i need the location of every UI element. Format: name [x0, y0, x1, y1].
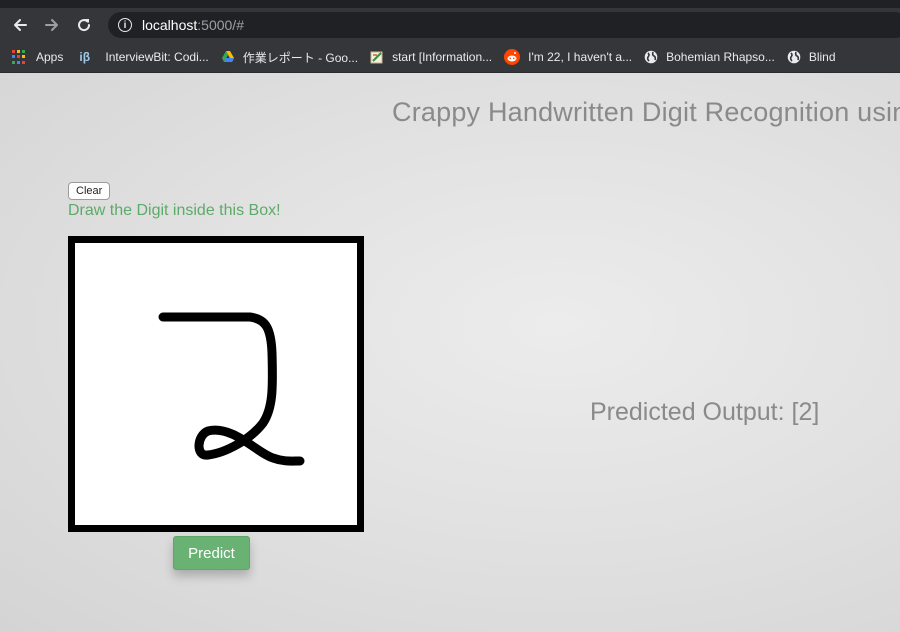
- url-text: localhost:5000/#: [142, 17, 244, 33]
- clear-button[interactable]: Clear: [68, 182, 111, 200]
- bookmark-label: Blind: [808, 50, 836, 64]
- bookmark-apps[interactable]: Apps: [12, 42, 63, 72]
- bookmark-bohemian-rhapsody[interactable]: Bohemian Rhapso...: [644, 42, 775, 72]
- bookmark-blind[interactable]: Blind: [787, 42, 836, 72]
- predict-button[interactable]: Predict: [173, 536, 250, 570]
- bookmark-label: Bohemian Rhapso...: [666, 50, 775, 64]
- reload-icon: [78, 19, 91, 32]
- bookmark-label: start [Information...: [392, 50, 493, 64]
- info-icon[interactable]: i: [118, 18, 132, 32]
- bookmark-label: InterviewBit: Codi...: [105, 50, 209, 64]
- page-title: Crappy Handwritten Digit Recognition usi…: [392, 97, 900, 127]
- apps-grid-icon: [12, 50, 26, 64]
- bookmark-label: Apps: [36, 50, 64, 64]
- globe-icon: [644, 50, 658, 64]
- draw-instruction: Draw the Digit inside this Box!: [68, 202, 281, 219]
- forward-arrow-icon: [45, 19, 58, 31]
- address-bar[interactable]: i localhost:5000/#: [108, 12, 900, 38]
- globe-icon: [787, 50, 801, 64]
- predicted-output: Predicted Output: [2]: [590, 398, 820, 426]
- reload-button[interactable]: [68, 8, 100, 42]
- bookmark-label: I'm 22, I haven't a...: [528, 50, 633, 64]
- tab-strip: [0, 0, 900, 8]
- bookmark-google-drive[interactable]: 作業レポート - Goo...: [221, 42, 358, 72]
- interviewbit-icon: iβ: [79, 50, 91, 64]
- bookmark-reddit[interactable]: I'm 22, I haven't a...: [504, 42, 632, 72]
- bookmark-interviewbit[interactable]: iβ InterviewBit: Codi...: [79, 42, 208, 72]
- back-button[interactable]: [4, 8, 36, 42]
- drawing-canvas[interactable]: [68, 236, 364, 532]
- reddit-icon: [504, 49, 521, 65]
- google-drive-icon: [221, 51, 234, 62]
- bookmarks-bar: Apps iβ InterviewBit: Codi... 作業レポート - G…: [0, 42, 900, 73]
- back-arrow-icon: [14, 19, 27, 31]
- dokuwiki-icon: [370, 51, 383, 64]
- handwritten-stroke: [158, 312, 305, 466]
- browser-toolbar: i localhost:5000/#: [0, 8, 900, 42]
- bookmark-label: 作業レポート - Goo...: [242, 50, 359, 65]
- page-content: Crappy Handwritten Digit Recognition usi…: [0, 73, 900, 632]
- bookmark-dokuwiki[interactable]: start [Information...: [370, 42, 492, 72]
- forward-button[interactable]: [36, 8, 68, 42]
